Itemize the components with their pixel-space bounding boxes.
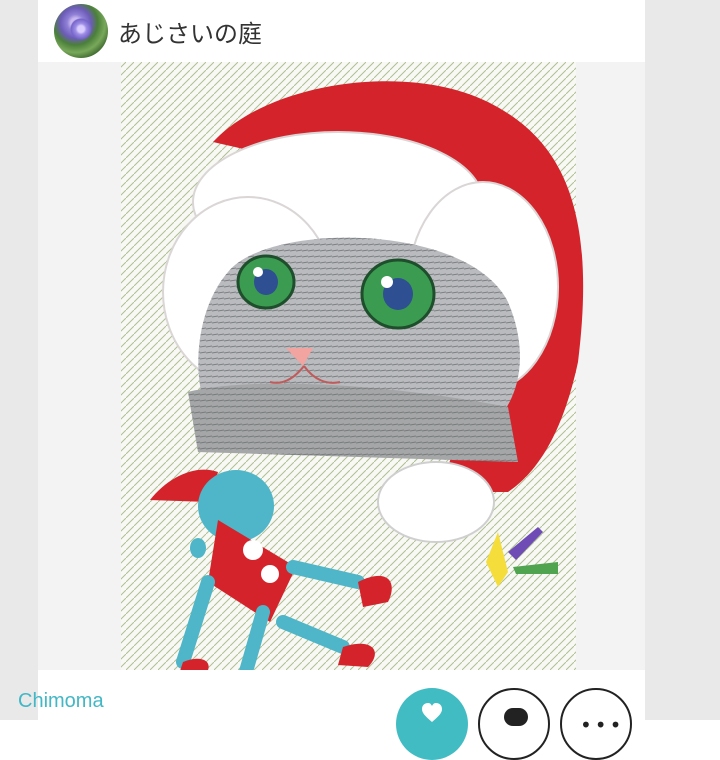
more-icon: ••• (580, 713, 625, 737)
left-backdrop (0, 0, 38, 720)
comment-icon (504, 708, 528, 726)
right-backdrop (645, 0, 720, 720)
page-title: あじさいの庭 (118, 19, 262, 48)
post-header: あじさいの庭 (38, 0, 645, 62)
heart-icon (422, 703, 442, 722)
author-name[interactable]: Chimoma (18, 690, 104, 713)
crayon-drawing-cat-santa-hat (38, 62, 645, 670)
more-button[interactable]: ••• (560, 688, 632, 760)
post-image[interactable] (38, 62, 645, 670)
post-footer (38, 670, 645, 720)
comment-button[interactable] (478, 688, 550, 760)
hydrangea-avatar-icon[interactable] (54, 4, 108, 58)
like-button[interactable] (396, 688, 468, 760)
